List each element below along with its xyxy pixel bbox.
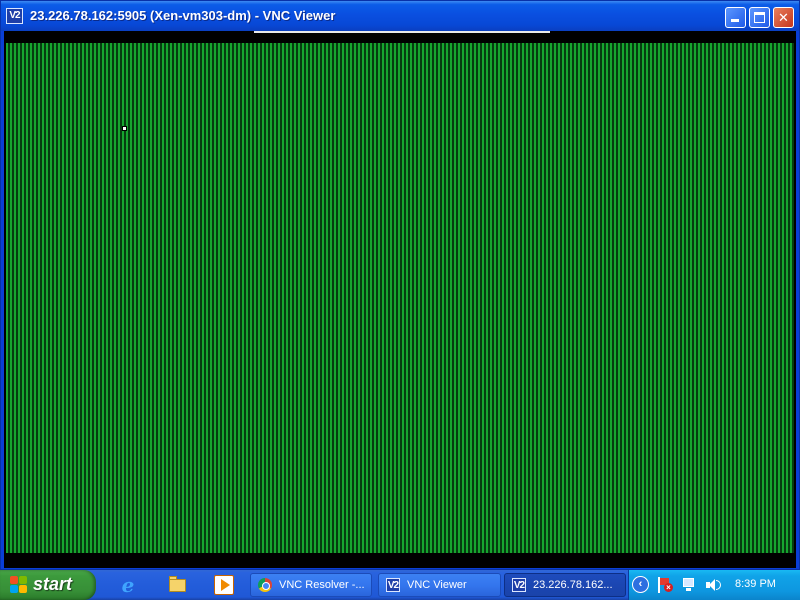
show-hidden-icons-button[interactable]: ‹ xyxy=(632,576,649,593)
folder-icon[interactable] xyxy=(168,575,188,595)
taskbar-item-label: 23.226.78.162... xyxy=(533,579,613,591)
maximize-button[interactable] xyxy=(749,7,770,28)
chrome-icon xyxy=(258,578,272,592)
vnc-viewer-window: V2 23.226.78.162:5905 (Xen-vm303-dm) - V… xyxy=(0,0,800,570)
taskbar: start e VNC Resolver -... V2 VNC Viewer … xyxy=(0,570,800,600)
folder-body xyxy=(169,579,186,592)
network-screen xyxy=(683,578,694,587)
vnc-client-area xyxy=(4,31,796,568)
taskbar-item-label: VNC Viewer xyxy=(407,579,467,591)
close-icon: ✕ xyxy=(778,10,789,25)
security-alert-icon[interactable]: × xyxy=(657,577,673,593)
minimize-button[interactable] xyxy=(725,7,746,28)
clock[interactable]: 8:39 PM xyxy=(735,578,776,590)
remote-cursor-icon xyxy=(122,126,127,131)
sound-wave xyxy=(716,580,721,590)
network-icon[interactable] xyxy=(681,577,697,593)
media-player-icon[interactable] xyxy=(214,575,234,595)
vnc-viewer-icon: V2 xyxy=(512,578,526,592)
hidden-toolbar-strip[interactable] xyxy=(254,31,550,33)
remote-desktop-screen[interactable] xyxy=(6,43,794,553)
taskbar-item-vnc-viewer[interactable]: V2 VNC Viewer xyxy=(378,573,501,597)
vnc-viewer-icon[interactable]: V2 xyxy=(6,8,23,24)
taskbar-item-vnc-session[interactable]: V2 23.226.78.162... xyxy=(504,573,626,597)
taskbar-item-label: VNC Resolver -... xyxy=(279,579,365,591)
volume-icon[interactable] xyxy=(705,577,721,593)
system-tray: ‹ × 8:39 PM xyxy=(628,570,800,600)
speaker-cone xyxy=(709,579,715,591)
alert-badge: × xyxy=(664,583,673,592)
window-title: 23.226.78.162:5905 (Xen-vm303-dm) - VNC … xyxy=(30,8,336,23)
window-titlebar[interactable]: V2 23.226.78.162:5905 (Xen-vm303-dm) - V… xyxy=(1,1,799,31)
start-label: start xyxy=(33,574,73,594)
taskbar-item-vnc-resolver[interactable]: VNC Resolver -... xyxy=(250,573,372,597)
vnc-viewer-icon: V2 xyxy=(386,578,400,592)
windows-logo-icon xyxy=(10,576,28,594)
internet-explorer-icon[interactable]: e xyxy=(118,575,138,595)
minimize-icon xyxy=(731,19,739,22)
close-button[interactable]: ✕ xyxy=(773,7,794,28)
start-button[interactable]: start xyxy=(0,570,96,600)
maximize-icon xyxy=(754,12,765,23)
network-base xyxy=(686,588,691,591)
